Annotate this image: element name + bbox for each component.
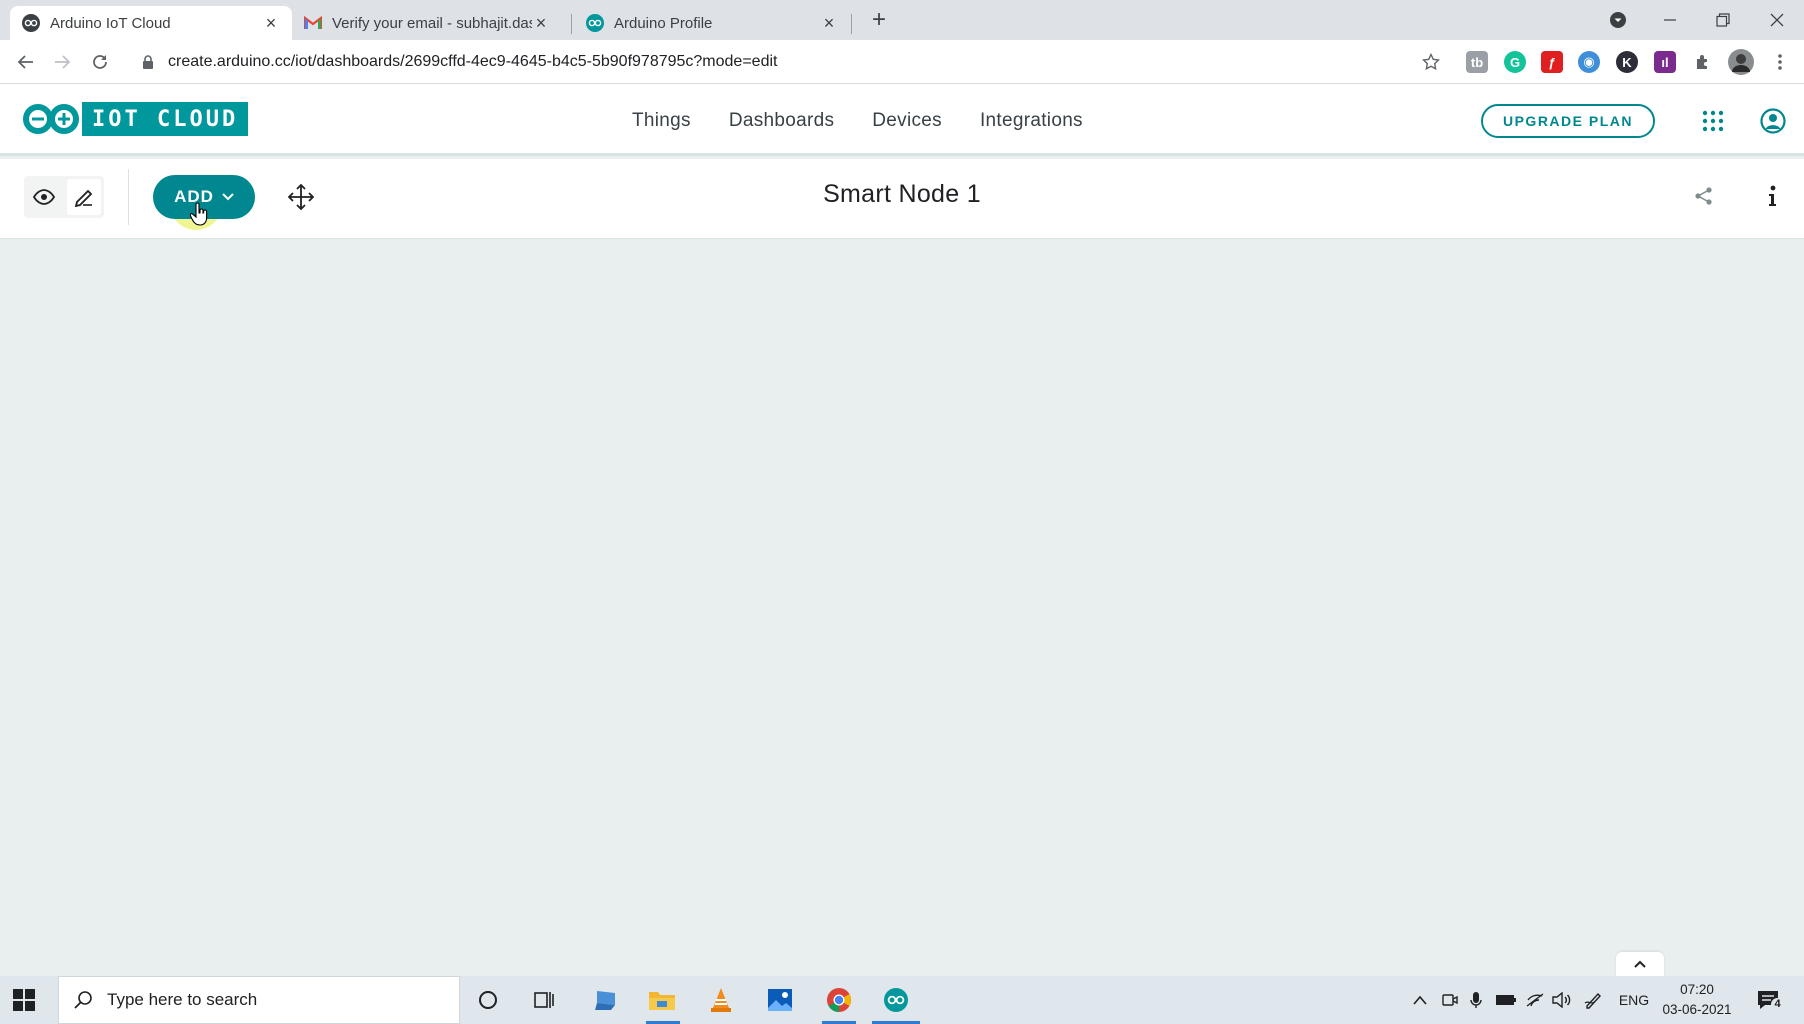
tab-separator <box>851 14 852 34</box>
app-header: IOT CLOUD Things Dashboards Devices Inte… <box>0 84 1804 156</box>
clock-date: 03-06-2021 <box>1662 1002 1732 1017</box>
chrome-icon[interactable] <box>825 986 853 1014</box>
lock-icon <box>142 55 156 69</box>
browser-toolbar: create.arduino.cc/iot/dashboards/2699cff… <box>0 40 1804 84</box>
tab-search-icon[interactable] <box>1603 6 1633 34</box>
microphone-icon[interactable] <box>1466 990 1486 1010</box>
clock-time: 07:20 <box>1680 982 1714 997</box>
close-icon[interactable]: × <box>532 14 550 32</box>
tab-title: Arduino IoT Cloud <box>50 14 171 32</box>
profile-avatar[interactable] <box>1727 48 1755 76</box>
flash-icon[interactable]: ƒ <box>1541 51 1563 73</box>
wifi-icon[interactable] <box>1524 990 1546 1010</box>
url-text: create.arduino.cc/iot/dashboards/2699cff… <box>168 53 778 70</box>
search-placeholder: Type here to search <box>107 990 258 1009</box>
back-icon[interactable] <box>12 48 40 76</box>
windows-start-icon[interactable] <box>12 988 36 1012</box>
logo-text: IOT CLOUD <box>82 102 249 136</box>
minimize-icon[interactable] <box>1655 6 1685 34</box>
upgrade-plan-button[interactable]: UPGRADE PLAN <box>1481 104 1655 138</box>
forward-icon[interactable] <box>48 48 76 76</box>
meet-now-icon[interactable] <box>1440 990 1460 1010</box>
apps-grid-icon[interactable] <box>1702 110 1724 132</box>
tab-title: Verify your email - subhajit.das.sc <box>332 14 532 32</box>
browser-tab-strip: Arduino IoT Cloud × Verify your email - … <box>0 0 1804 40</box>
scroll-to-top-button[interactable] <box>1616 952 1664 976</box>
arduino-icon <box>22 14 40 32</box>
volume-icon[interactable] <box>1551 990 1573 1010</box>
vlc-icon[interactable] <box>707 986 735 1014</box>
share-icon[interactable] <box>1694 186 1714 206</box>
reload-icon[interactable] <box>86 48 114 76</box>
nav-integrations[interactable]: Integrations <box>980 110 1083 132</box>
purple-extension-icon[interactable]: ıl <box>1654 51 1676 73</box>
grammarly-icon[interactable]: G <box>1504 51 1526 73</box>
main-nav: Things Dashboards Devices Integrations <box>632 110 1083 132</box>
taskbar-search-box[interactable]: Type here to search <box>58 976 460 1024</box>
extension-tb-icon[interactable]: tb <box>1466 51 1488 73</box>
extensions-puzzle-icon[interactable] <box>1689 48 1717 76</box>
windows-taskbar: Type here to search ENG 07:20 03-06-2021… <box>0 976 1804 1024</box>
nav-things[interactable]: Things <box>632 110 691 132</box>
hand-cursor-icon <box>190 202 208 226</box>
chevron-up-icon <box>1634 960 1646 968</box>
task-view-icon[interactable] <box>531 986 559 1014</box>
tab-gmail[interactable]: Verify your email - subhajit.das.sc × <box>292 6 562 40</box>
tab-separator <box>571 14 572 34</box>
user-account-icon[interactable] <box>1760 108 1786 134</box>
window-close-icon[interactable] <box>1762 6 1792 34</box>
globe-extension-icon[interactable]: ◉ <box>1578 51 1600 73</box>
tab-arduino-iot-cloud[interactable]: Arduino IoT Cloud × <box>10 6 292 40</box>
address-bar[interactable]: create.arduino.cc/iot/dashboards/2699cff… <box>128 44 1428 80</box>
tab-title: Arduino Profile <box>614 14 713 32</box>
show-hidden-icons-chevron-up-icon[interactable] <box>1410 990 1430 1010</box>
k-extension-icon[interactable]: K <box>1616 51 1638 73</box>
chevron-down-icon <box>222 193 234 201</box>
dashboard-canvas[interactable] <box>0 240 1804 976</box>
pen-workspace-icon[interactable] <box>1583 990 1605 1010</box>
arduino-icon <box>586 14 604 32</box>
dashboard-title[interactable]: Smart Node 1 <box>0 180 1804 209</box>
notification-count-badge: 4 <box>1771 998 1784 1011</box>
taskbar-clock[interactable]: 07:20 03-06-2021 <box>1656 980 1738 1020</box>
arduino-logo[interactable]: IOT CLOUD <box>22 102 249 136</box>
chrome-menu-icon[interactable] <box>1766 48 1794 76</box>
nav-dashboards[interactable]: Dashboards <box>729 110 834 132</box>
battery-icon[interactable] <box>1494 990 1518 1010</box>
arduino-infinity-icon <box>23 104 79 134</box>
new-tab-button[interactable]: + <box>866 8 892 34</box>
search-icon <box>74 991 92 1009</box>
arduino-app-icon[interactable] <box>882 986 910 1014</box>
bookmark-star-icon[interactable] <box>1417 48 1445 76</box>
photos-icon[interactable] <box>766 986 794 1014</box>
restore-icon[interactable] <box>1708 6 1738 34</box>
tab-arduino-profile[interactable]: Arduino Profile × <box>574 6 850 40</box>
cortana-icon[interactable] <box>474 986 502 1014</box>
gmail-icon <box>304 14 322 32</box>
language-indicator[interactable]: ENG <box>1616 990 1652 1010</box>
info-icon[interactable] <box>1762 184 1782 208</box>
nav-devices[interactable]: Devices <box>872 110 942 132</box>
close-icon[interactable]: × <box>262 14 280 32</box>
close-icon[interactable]: × <box>820 14 838 32</box>
computer-app-icon[interactable] <box>593 986 621 1014</box>
file-explorer-icon[interactable] <box>648 986 676 1014</box>
notification-center-icon[interactable]: 4 <box>1756 988 1784 1014</box>
